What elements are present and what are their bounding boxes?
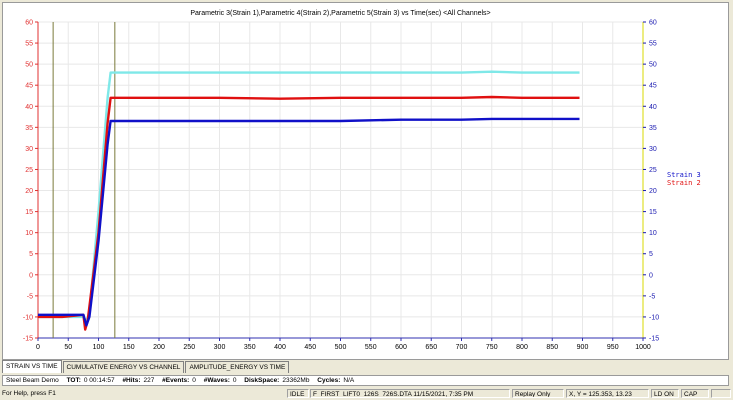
left-tick-label: 30	[25, 146, 33, 153]
x-tick-label: 300	[214, 344, 226, 351]
view-tabs: STRAIN VS TIME CUMULATIVE ENERGY VS CHANN…	[2, 360, 290, 373]
right-tick-label: 50	[649, 62, 657, 69]
events-label: #Events:	[162, 377, 190, 384]
tot-value: 0 00:14:57	[83, 377, 115, 384]
extra-indicator	[711, 389, 731, 398]
x-tick-label: 800	[516, 344, 528, 351]
left-tick-label: 35	[25, 125, 33, 132]
cycles-label: Cycles:	[317, 377, 341, 384]
mode-indicator: Replay Only	[512, 389, 564, 398]
x-tick-label: 600	[395, 344, 407, 351]
right-tick-label: 0	[649, 272, 653, 279]
cap-indicator: CAP	[681, 389, 709, 398]
right-tick-label: 10	[649, 230, 657, 237]
legend-label-strain-3: Strain 3	[667, 171, 701, 179]
x-tick-label: 550	[365, 344, 377, 351]
right-tick-label: 30	[649, 146, 657, 153]
file-indicator: F_FIRST_LIFT0_126S_726S.DTA 11/15/2021, …	[310, 389, 510, 398]
diskspace-value: 23362Mb	[282, 377, 310, 384]
x-tick-label: 350	[244, 344, 256, 351]
x-tick-label: 700	[456, 344, 468, 351]
left-tick-label: 55	[25, 41, 33, 48]
plot-area[interactable]: Parametric 3(Strain 1),Parametric 4(Stra…	[2, 2, 729, 360]
series-line-strain-2	[38, 95, 580, 331]
diskspace-label: DiskSpace:	[244, 377, 280, 384]
window-statusbar: For Help, press F1 IDLE F_FIRST_LIFT0_12…	[0, 388, 733, 400]
x-tick-label: 200	[153, 344, 165, 351]
x-tick-label: 650	[425, 344, 437, 351]
help-text: For Help, press F1	[2, 390, 56, 397]
left-tick-label: 45	[25, 83, 33, 90]
x-tick-label: 1000	[635, 344, 651, 351]
x-tick-label: 750	[486, 344, 498, 351]
right-tick-label: -10	[649, 314, 659, 321]
left-tick-label: 50	[25, 62, 33, 69]
waves-value: 0	[232, 377, 237, 384]
tot-label: TOT:	[66, 377, 81, 384]
x-tick-label: 450	[304, 344, 316, 351]
x-tick-label: 50	[64, 344, 72, 351]
waves-label: #Waves:	[203, 377, 230, 384]
demo-name: Steel Beam Demo	[6, 377, 59, 384]
x-tick-label: 900	[577, 344, 589, 351]
x-tick-label: 100	[93, 344, 105, 351]
series-line-strain-1	[38, 70, 580, 323]
x-tick-label: 0	[36, 344, 40, 351]
right-tick-label: 25	[649, 167, 657, 174]
right-tick-label: 40	[649, 104, 657, 111]
acquisition-status-line: Steel Beam Demo TOT: 0 00:14:57 #Hits: 227…	[2, 375, 729, 386]
left-tick-label: -5	[27, 293, 33, 300]
series-line-strain-3	[38, 117, 580, 327]
left-tick-label: 5	[29, 251, 33, 258]
x-tick-label: 850	[546, 344, 558, 351]
legend-label-strain-2: Strain 2	[667, 179, 701, 187]
right-tick-label: 45	[649, 83, 657, 90]
right-tick-label: 35	[649, 125, 657, 132]
left-tick-label: 40	[25, 104, 33, 111]
state-indicator: IDLE	[287, 389, 309, 398]
left-tick-label: 60	[25, 20, 33, 27]
x-tick-label: 400	[274, 344, 286, 351]
left-tick-label: -10	[23, 314, 33, 321]
right-tick-label: -5	[649, 293, 655, 300]
right-tick-label: 60	[649, 20, 657, 27]
tab-cumulative-energy-vs-channel[interactable]: CUMULATIVE ENERGY VS CHANNEL	[62, 361, 185, 373]
x-tick-label: 150	[123, 344, 135, 351]
x-tick-label: 500	[335, 344, 347, 351]
coords-indicator: X, Y = 125.353, 13.23	[566, 389, 649, 398]
events-value: 0	[192, 377, 196, 384]
right-tick-label: 20	[649, 188, 657, 195]
left-tick-label: -15	[23, 336, 33, 343]
chart-title: Parametric 3(Strain 1),Parametric 4(Stra…	[190, 10, 490, 17]
hits-value: 227	[143, 377, 155, 384]
left-tick-label: 20	[25, 188, 33, 195]
left-tick-label: 15	[25, 209, 33, 216]
right-tick-label: 5	[649, 251, 653, 258]
right-tick-label: 55	[649, 41, 657, 48]
right-tick-label: -15	[649, 336, 659, 343]
tab-amplitude-energy-vs-time[interactable]: AMPLITUDE_ENERGY VS TIME	[185, 361, 290, 373]
tab-strain-vs-time[interactable]: STRAIN VS TIME	[2, 360, 62, 373]
ld-indicator: LD ON	[651, 389, 679, 398]
right-tick-label: 15	[649, 209, 657, 216]
strain-chart[interactable]: Parametric 3(Strain 1),Parametric 4(Stra…	[3, 3, 730, 361]
hits-label: #Hits:	[122, 377, 141, 384]
left-tick-label: 25	[25, 167, 33, 174]
left-tick-label: 0	[29, 272, 33, 279]
x-tick-label: 250	[183, 344, 195, 351]
cycles-value: N/A	[343, 377, 355, 384]
app-window: Parametric 3(Strain 1),Parametric 4(Stra…	[0, 0, 733, 400]
left-tick-label: 10	[25, 230, 33, 237]
x-tick-label: 950	[607, 344, 619, 351]
